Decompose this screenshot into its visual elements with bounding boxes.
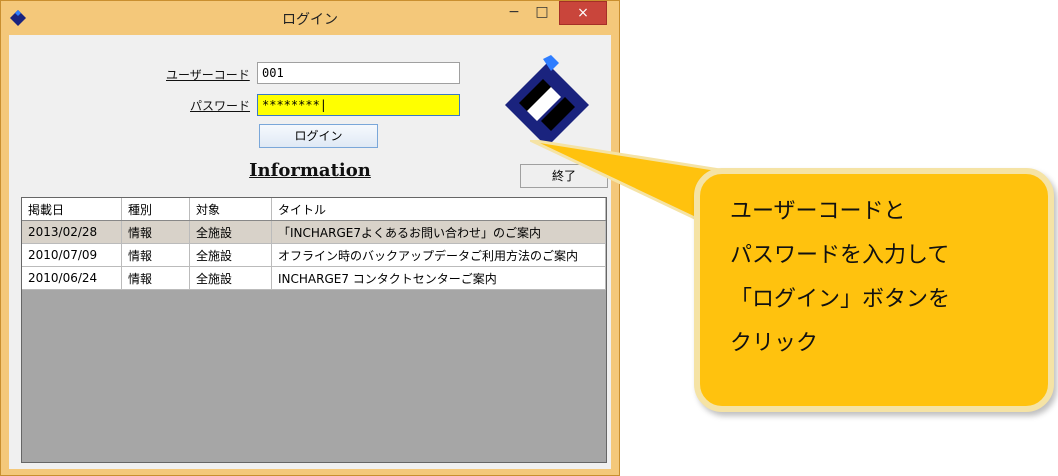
login-button[interactable]: ログイン xyxy=(259,124,378,148)
title-bar: ログイン − □ × xyxy=(1,1,619,35)
instruction-callout: ユーザーコードと パスワードを入力して 「ログイン」ボタンを クリック xyxy=(694,168,1054,412)
callout-pointer xyxy=(530,140,720,230)
table-header-row: 掲載日 種別 対象 タイトル xyxy=(22,198,606,221)
cell-type: 情報 xyxy=(121,243,190,267)
cell-target: 全施設 xyxy=(189,243,272,267)
company-logo-icon xyxy=(505,55,589,147)
maximize-button[interactable]: □ xyxy=(531,1,553,23)
cell-date: 2010/06/24 xyxy=(22,266,122,290)
password-label: パスワード xyxy=(190,99,251,113)
callout-line: ユーザーコードと xyxy=(730,199,906,224)
callout-line: クリック xyxy=(730,331,819,356)
minimize-button[interactable]: − xyxy=(503,1,525,23)
window-title: ログイン xyxy=(282,12,338,28)
cell-date: 2010/07/09 xyxy=(22,243,122,267)
cell-title: オフライン時のバックアップデータご利用方法のご案内 xyxy=(271,243,606,267)
cell-type: 情報 xyxy=(121,266,190,290)
table-row[interactable]: 2013/02/28 情報 全施設 「INCHARGE7よくあるお問い合わせ」の… xyxy=(22,220,606,244)
callout-line: パスワードを入力して xyxy=(730,243,950,268)
cell-target: 全施設 xyxy=(189,266,272,290)
user-code-input[interactable]: 001 xyxy=(257,62,460,84)
cell-type: 情報 xyxy=(121,220,190,244)
column-header-target[interactable]: 対象 xyxy=(189,198,272,221)
column-header-date[interactable]: 掲載日 xyxy=(22,198,122,221)
information-table: 掲載日 種別 対象 タイトル 2013/02/28 情報 全施設 「INCHAR… xyxy=(21,197,607,463)
cell-date: 2013/02/28 xyxy=(22,220,122,244)
table-row[interactable]: 2010/07/09 情報 全施設 オフライン時のバックアップデータご利用方法の… xyxy=(22,243,606,267)
close-button[interactable]: × xyxy=(559,1,607,25)
callout-line: 「ログイン」ボタンを xyxy=(730,287,951,312)
user-code-label: ユーザーコード xyxy=(166,68,250,82)
password-input[interactable]: ********| xyxy=(257,94,460,116)
table-row[interactable]: 2010/06/24 情報 全施設 INCHARGE7 コンタクトセンターご案内 xyxy=(22,266,606,290)
column-header-type[interactable]: 種別 xyxy=(121,198,190,221)
login-window: ログイン − □ × ユーザーコード 001 パスワード ********| ロ… xyxy=(0,0,620,476)
cell-target: 全施設 xyxy=(189,220,272,244)
cell-title: INCHARGE7 コンタクトセンターご案内 xyxy=(271,266,606,290)
